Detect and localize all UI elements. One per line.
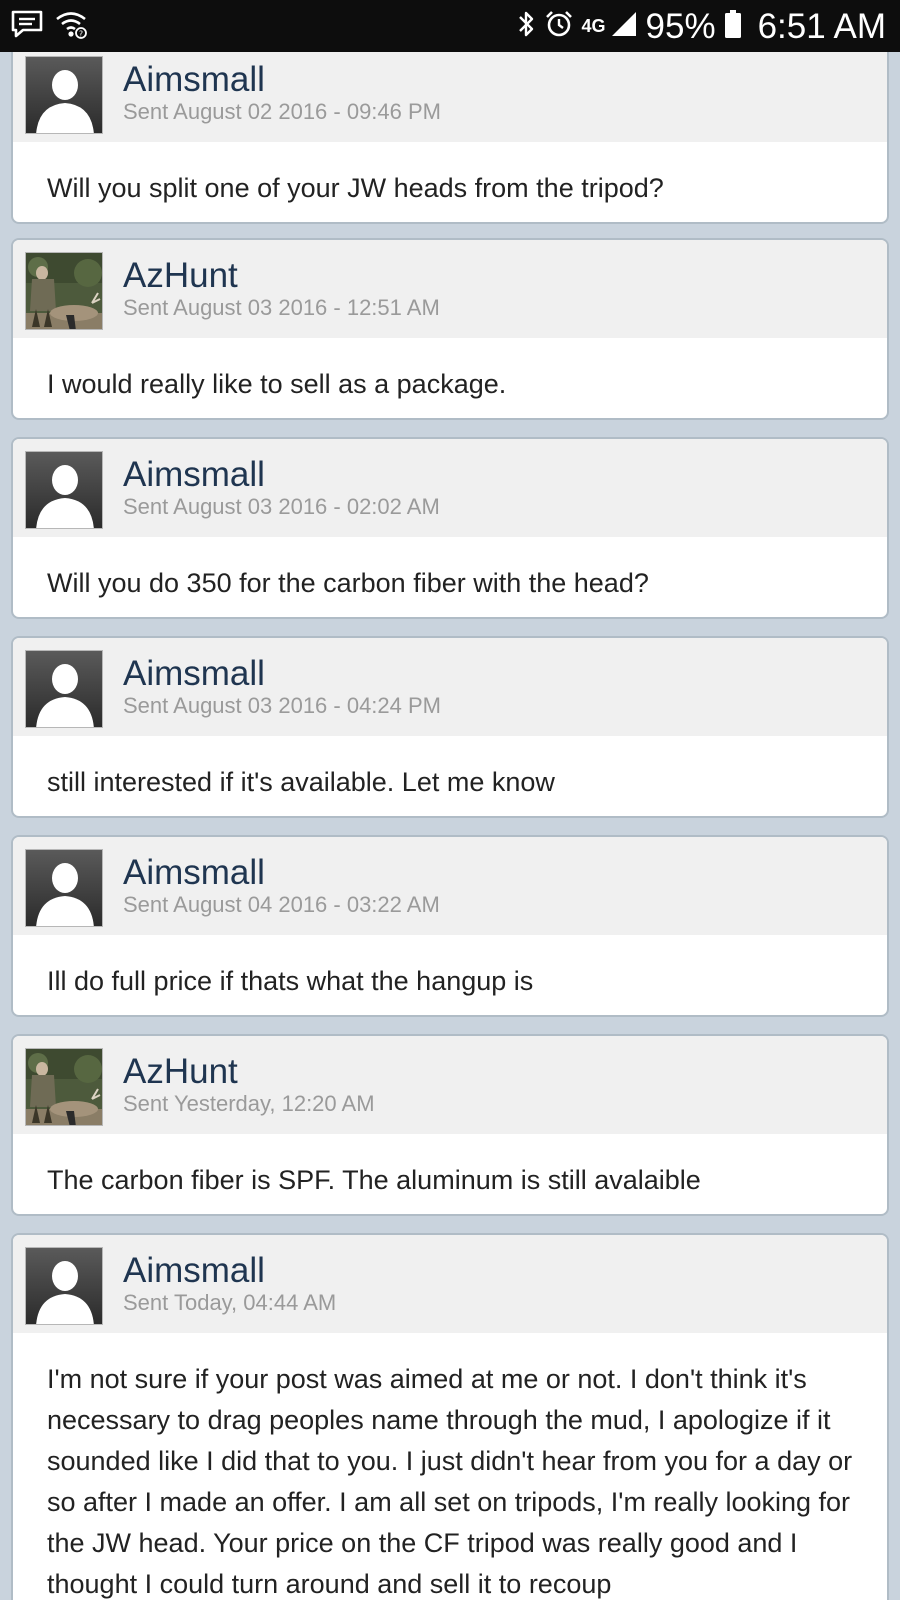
signal-icon bbox=[610, 10, 638, 43]
default-user-icon[interactable] bbox=[25, 56, 103, 134]
message-author[interactable]: Aimsmall bbox=[123, 62, 265, 97]
message-header: Aimsmall Sent August 02 2016 - 09:46 PM bbox=[13, 52, 887, 142]
message-author[interactable]: Aimsmall bbox=[123, 1253, 265, 1288]
message-body: I would really like to sell as a package… bbox=[47, 369, 507, 399]
bluetooth-icon bbox=[516, 9, 536, 44]
message-author[interactable]: AzHunt bbox=[123, 258, 238, 293]
message-card: Aimsmall Sent August 04 2016 - 03:22 AM … bbox=[11, 835, 889, 1017]
message-card: Aimsmall Sent August 03 2016 - 02:02 AM … bbox=[11, 437, 889, 619]
message-timestamp: Sent Yesterday, 12:20 AM bbox=[123, 1091, 375, 1116]
message-card: Aimsmall Sent August 03 2016 - 04:24 PM … bbox=[11, 636, 889, 818]
status-bar: ? 4G 95% 6:51 AM bbox=[0, 0, 900, 52]
message-author[interactable]: Aimsmall bbox=[123, 855, 265, 890]
message-body: The carbon fiber is SPF. The aluminum is… bbox=[47, 1165, 701, 1195]
message-card: Aimsmall Sent August 02 2016 - 09:46 PM … bbox=[11, 52, 889, 224]
message-card: Aimsmall Sent Today, 04:44 AM I'm not su… bbox=[11, 1233, 889, 1600]
message-header: Aimsmall Sent August 04 2016 - 03:22 AM bbox=[13, 837, 887, 935]
message-header: Aimsmall Sent August 03 2016 - 04:24 PM bbox=[13, 638, 887, 736]
message-list[interactable]: Aimsmall Sent August 02 2016 - 09:46 PM … bbox=[0, 52, 900, 1600]
message-timestamp: Sent August 03 2016 - 04:24 PM bbox=[123, 693, 442, 718]
alarm-icon bbox=[544, 9, 574, 44]
default-user-icon[interactable] bbox=[25, 849, 103, 927]
hunter-photo[interactable] bbox=[25, 252, 103, 330]
message-timestamp: Sent August 04 2016 - 03:22 AM bbox=[123, 892, 440, 917]
message-card: AzHunt Sent Yesterday, 12:20 AM The carb… bbox=[11, 1034, 889, 1216]
svg-text:?: ? bbox=[79, 29, 83, 38]
hunter-photo[interactable] bbox=[25, 1048, 103, 1126]
message-author[interactable]: AzHunt bbox=[123, 1054, 238, 1089]
default-user-icon[interactable] bbox=[25, 1247, 103, 1325]
message-body: Will you do 350 for the carbon fiber wit… bbox=[47, 568, 649, 598]
message-author[interactable]: Aimsmall bbox=[123, 656, 265, 691]
default-user-icon[interactable] bbox=[25, 451, 103, 529]
message-card: AzHunt Sent August 03 2016 - 12:51 AM I … bbox=[11, 238, 889, 420]
message-timestamp: Sent August 03 2016 - 02:02 AM bbox=[123, 494, 440, 519]
clock: 6:51 AM bbox=[757, 6, 886, 46]
default-user-icon[interactable] bbox=[25, 650, 103, 728]
wifi-icon: ? bbox=[54, 9, 88, 44]
battery-percent: 95% bbox=[645, 6, 716, 46]
message-header: Aimsmall Sent Today, 04:44 AM bbox=[13, 1235, 887, 1333]
message-body: Will you split one of your JW heads from… bbox=[47, 173, 664, 203]
message-timestamp: Sent August 02 2016 - 09:46 PM bbox=[123, 99, 442, 124]
message-header: Aimsmall Sent August 03 2016 - 02:02 AM bbox=[13, 439, 887, 537]
message-body: Ill do full price if thats what the hang… bbox=[47, 966, 534, 996]
message-body: still interested if it's available. Let … bbox=[47, 767, 555, 797]
message-header: AzHunt Sent Yesterday, 12:20 AM bbox=[13, 1036, 887, 1134]
lte-icon: 4G bbox=[581, 16, 606, 36]
battery-icon bbox=[724, 9, 742, 44]
message-header: AzHunt Sent August 03 2016 - 12:51 AM bbox=[13, 240, 887, 338]
message-author[interactable]: Aimsmall bbox=[123, 457, 265, 492]
message-icon bbox=[10, 9, 44, 44]
message-timestamp: Sent Today, 04:44 AM bbox=[123, 1290, 337, 1315]
message-timestamp: Sent August 03 2016 - 12:51 AM bbox=[123, 295, 440, 320]
message-body: I'm not sure if your post was aimed at m… bbox=[47, 1364, 853, 1599]
